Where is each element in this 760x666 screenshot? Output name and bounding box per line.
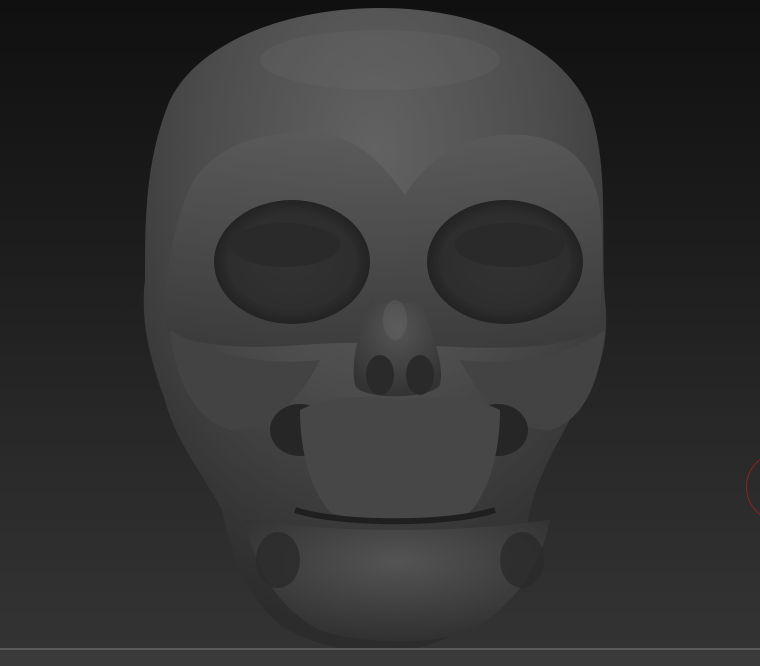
skull-model xyxy=(143,8,607,652)
status-strip xyxy=(0,650,760,666)
muzzle xyxy=(300,397,500,522)
sculpt-viewport[interactable] xyxy=(0,0,760,666)
